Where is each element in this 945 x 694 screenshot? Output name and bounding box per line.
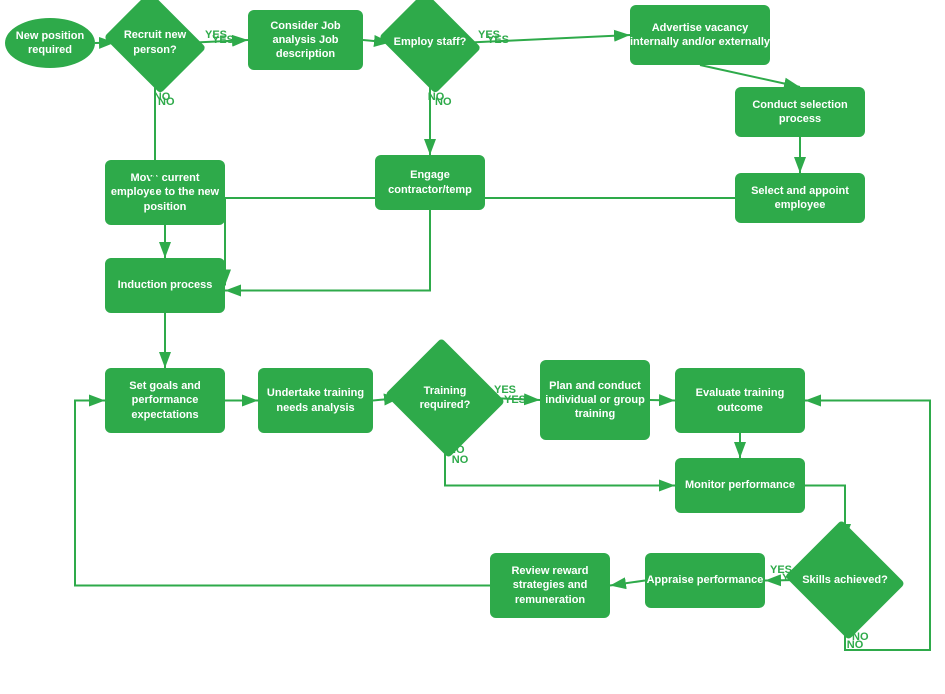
no4: NO: [840, 635, 870, 655]
recruit_new: Recruit new person?: [115, 10, 195, 75]
plan_conduct: Plan and conduct individual or group tra…: [540, 360, 650, 440]
yes1: YES: [208, 30, 238, 50]
employ_staff: Employ staff?: [390, 10, 470, 75]
conduct_selection: Conduct selection process: [735, 87, 865, 137]
induction: Induction process: [105, 258, 225, 313]
appraise: Appraise performance: [645, 553, 765, 608]
evaluate_training: Evaluate training outcome: [675, 368, 805, 433]
set_goals: Set goals and performance expectations: [105, 368, 225, 433]
review_reward: Review reward strategies and remuneratio…: [490, 553, 610, 618]
engage_contractor: Engage contractor/temp: [375, 155, 485, 210]
skills_achieved: Skills achieved?: [800, 540, 890, 620]
flowchart: New position required Recruit new person?…: [0, 0, 945, 694]
no3: NO: [445, 450, 475, 470]
select_appoint: Select and appoint employee: [735, 173, 865, 223]
monitor_performance: Monitor performance: [675, 458, 805, 513]
no1: NO: [147, 87, 177, 107]
yes3: YES: [500, 390, 530, 410]
no2: NO: [421, 87, 451, 107]
yes2: YES: [483, 30, 513, 50]
new_position: New position required: [5, 18, 95, 68]
consider_job: Consider Job analysis Job description: [248, 10, 363, 70]
advertise: Advertise vacancy internally and/or exte…: [630, 5, 770, 65]
training_required: Training required?: [400, 358, 490, 438]
move_current: Move current employee to the new positio…: [105, 160, 225, 225]
undertake_training: Undertake training needs analysis: [258, 368, 373, 433]
